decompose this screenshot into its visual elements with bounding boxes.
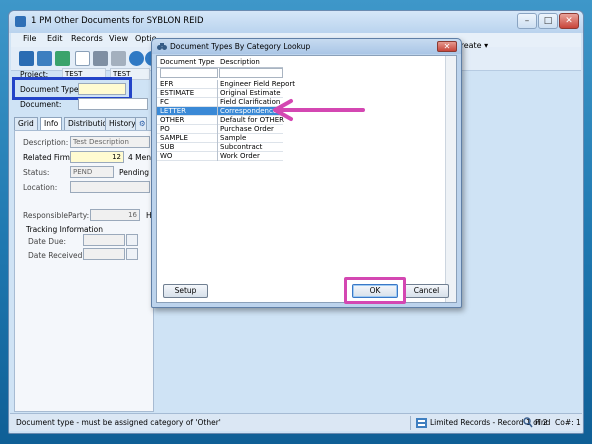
minimize-button[interactable]: – <box>517 13 537 29</box>
status-message: Document type - must be assigned categor… <box>16 418 221 427</box>
responsible-party-label: ResponsibleParty: <box>23 211 90 220</box>
find-link[interactable]: Find <box>535 418 550 427</box>
menu-edit[interactable]: Edit <box>47 34 63 43</box>
location-field[interactable] <box>70 181 150 193</box>
column-divider <box>217 80 218 89</box>
delete-icon[interactable] <box>111 51 126 66</box>
setup-button[interactable]: Setup <box>163 284 208 298</box>
cell-description: Purchase Order <box>220 125 274 133</box>
related-firm-label: Related Firm: <box>23 153 73 162</box>
pin-icon[interactable]: ⚙ <box>135 117 147 130</box>
new-document-icon[interactable] <box>75 51 90 66</box>
close-button[interactable]: ✕ <box>559 13 579 29</box>
maximize-button[interactable]: □ <box>538 13 558 29</box>
column-divider <box>217 107 218 116</box>
calendar-icon[interactable] <box>126 248 138 260</box>
cell-document-type: EFR <box>160 80 174 88</box>
cell-description: Subcontract <box>220 143 263 151</box>
dialog-title-bar[interactable]: Document Types By Category Lookup ✕ <box>152 39 461 54</box>
undo-icon[interactable] <box>129 51 144 66</box>
status-label: Status: <box>23 168 50 177</box>
date-received-label: Date Received: <box>28 251 85 260</box>
column-divider <box>217 89 218 98</box>
column-divider <box>217 152 218 161</box>
lookup-grid-container: Document Type Description EFR Engineer Fi… <box>156 55 457 303</box>
cell-document-type: WO <box>160 152 173 160</box>
annotation-highlight-document-type <box>12 77 132 100</box>
dialog-title: Document Types By Category Lookup <box>170 42 311 51</box>
table-row[interactable]: WO Work Order <box>157 152 283 161</box>
cell-description: Engineer Field Report <box>220 80 295 88</box>
column-divider <box>217 134 218 143</box>
cell-description: Sample <box>220 134 247 142</box>
cell-document-type: SAMPLE <box>160 134 188 142</box>
related-firm-field[interactable]: 12 <box>70 151 124 163</box>
menu-file[interactable]: File <box>23 34 36 43</box>
filter-icon <box>416 418 427 428</box>
description-field[interactable]: Test Description <box>70 136 150 148</box>
table-row[interactable]: EFR Engineer Field Report <box>157 80 295 89</box>
calendar-icon[interactable] <box>126 234 138 246</box>
table-row[interactable]: PO Purchase Order <box>157 125 283 134</box>
column-divider <box>217 116 218 125</box>
date-due-field[interactable] <box>83 234 125 246</box>
column-divider <box>217 143 218 152</box>
grid-scrollbar[interactable] <box>445 56 456 302</box>
date-due-label: Date Due: <box>28 237 66 246</box>
tab-info[interactable]: Info <box>40 117 63 130</box>
cell-description: Original Estimate <box>220 89 281 97</box>
find-icon[interactable] <box>523 417 533 428</box>
cell-document-type: OTHER <box>160 116 185 124</box>
app-icon <box>15 16 26 27</box>
status-divider <box>410 416 411 430</box>
column-divider <box>217 125 218 134</box>
window-title: 1 PM Other Documents for SYBLON REID <box>31 16 204 26</box>
first-record-icon[interactable] <box>19 51 34 66</box>
binoculars-icon <box>157 43 167 50</box>
column-divider <box>217 98 218 107</box>
cell-description: Work Order <box>220 152 260 160</box>
description-label: Description: <box>23 138 69 147</box>
save-icon[interactable] <box>93 51 108 66</box>
menu-view[interactable]: View <box>109 34 128 43</box>
column-header-description[interactable]: Description <box>220 58 260 67</box>
date-received-field[interactable] <box>83 248 125 260</box>
cell-document-type: FC <box>160 98 169 106</box>
tools-icon[interactable] <box>37 51 52 66</box>
database-icon[interactable] <box>55 51 70 66</box>
status-code-field[interactable]: PEND <box>70 166 114 178</box>
chevron-down-icon: ▾ <box>484 41 489 50</box>
table-row[interactable]: SAMPLE Sample <box>157 134 283 143</box>
tab-grid[interactable]: Grid <box>14 117 38 130</box>
cell-document-type: PO <box>160 125 170 133</box>
table-row[interactable]: ESTIMATE Original Estimate <box>157 89 283 98</box>
document-label: Document: <box>20 100 62 109</box>
filter-document-type-input[interactable] <box>160 68 218 78</box>
annotation-highlight-ok <box>344 277 406 304</box>
cancel-button[interactable]: Cancel <box>404 284 449 298</box>
cell-document-type: SUB <box>160 143 175 151</box>
document-field[interactable] <box>78 98 148 110</box>
cell-document-type: LETTER <box>160 107 187 115</box>
annotation-arrow <box>273 99 365 121</box>
location-label: Location: <box>23 183 58 192</box>
window-title-bar[interactable]: 1 PM Other Documents for SYBLON REID – □… <box>9 11 583 33</box>
menu-records[interactable]: Records <box>71 34 103 43</box>
status-bar: Document type - must be assigned categor… <box>10 413 582 431</box>
tracking-heading: Tracking Information <box>26 225 104 234</box>
responsible-party-field[interactable]: 16 <box>90 209 140 221</box>
column-header-document-type[interactable]: Document Type <box>160 58 215 67</box>
cell-document-type: ESTIMATE <box>160 89 195 97</box>
filter-description-input[interactable] <box>219 68 283 78</box>
status-text: Pending <box>119 168 149 177</box>
table-row[interactable]: SUB Subcontract <box>157 143 283 152</box>
lookup-dialog: Document Types By Category Lookup ✕ Docu… <box>151 38 462 308</box>
dialog-close-button[interactable]: ✕ <box>437 41 457 52</box>
company-number: Co#: 1 <box>555 418 581 427</box>
